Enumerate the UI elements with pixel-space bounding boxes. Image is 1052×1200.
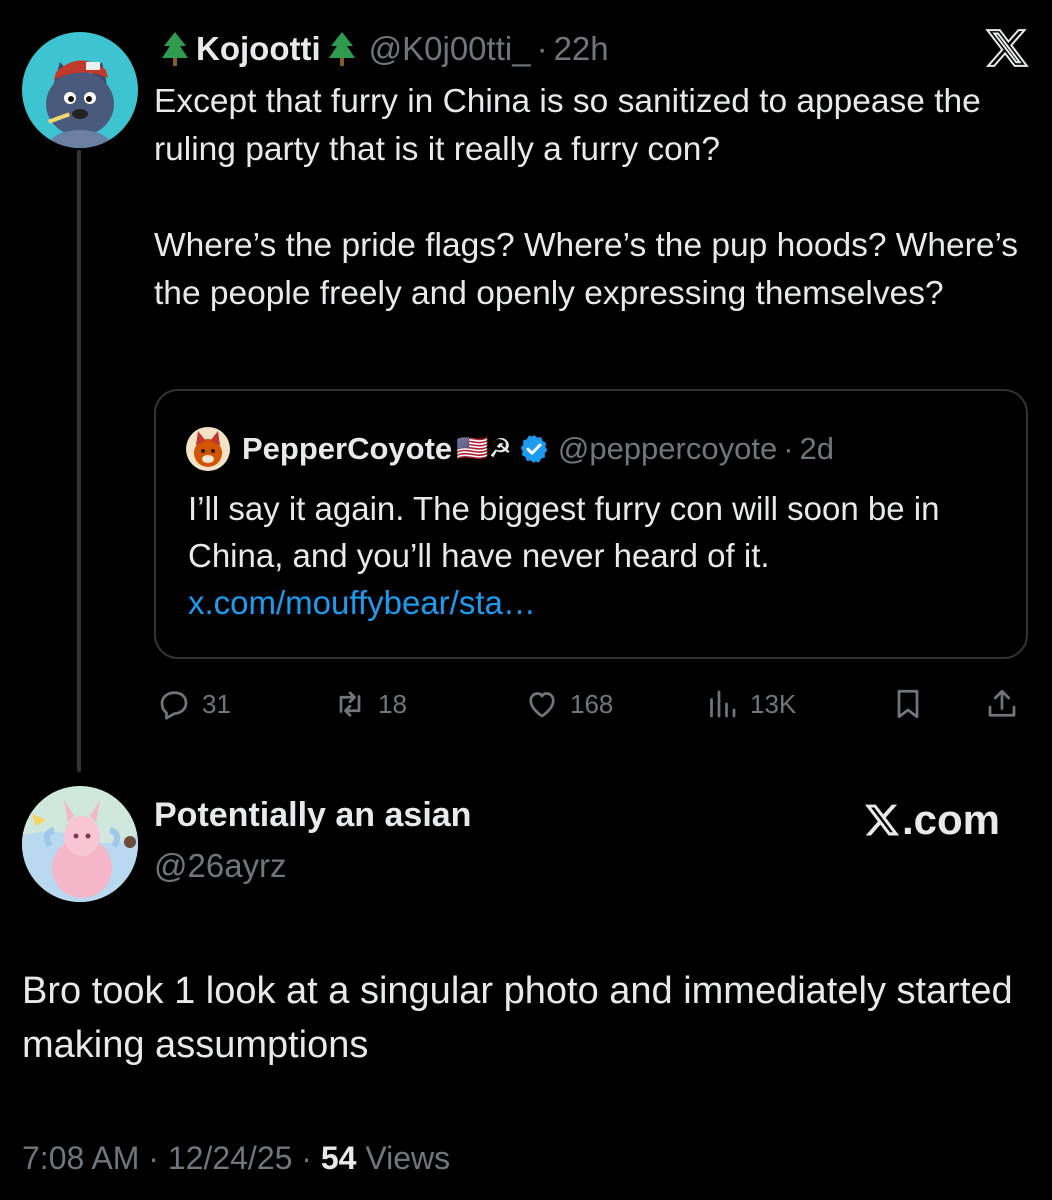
- analytics-bars-icon: [710, 690, 736, 718]
- heart-icon: [529, 692, 555, 718]
- quoted-tweet-text: I’ll say it again. The biggest furry con…: [188, 485, 1008, 626]
- author-handle[interactable]: @K0j00tti_: [369, 30, 531, 68]
- bookmark-button[interactable]: [890, 680, 936, 728]
- reply-button[interactable]: 31: [156, 680, 231, 728]
- reply-count: 31: [202, 688, 231, 719]
- views-button[interactable]: 13K: [704, 680, 796, 728]
- avatar[interactable]: [22, 32, 138, 148]
- reply-author-name[interactable]: Potentially an asian: [154, 796, 471, 835]
- thread-line: [77, 150, 81, 772]
- reply-metadata: 7:08 AM · 12/24/25 · 54 Views: [22, 1140, 450, 1177]
- tweet-time[interactable]: 22h: [554, 30, 609, 68]
- x-com-brand: .com: [862, 796, 1000, 844]
- reply-date[interactable]: 12/24/25: [168, 1140, 293, 1176]
- share-button[interactable]: [984, 680, 1030, 728]
- quoted-tweet-body: I’ll say it again. The biggest furry con…: [188, 490, 940, 574]
- reply-icon: [160, 691, 188, 720]
- tweet-text: Except that furry in China is so sanitiz…: [154, 83, 1019, 312]
- x-logo-icon: [864, 804, 900, 836]
- author-name[interactable]: Kojootti: [196, 30, 321, 68]
- views-count: 13K: [750, 688, 797, 719]
- x-logo-icon: [984, 26, 1030, 70]
- evergreen-tree-icon: [162, 32, 188, 66]
- llama-avatar-image: [22, 786, 138, 902]
- separator-dot: ·: [301, 1140, 312, 1176]
- wolf-avatar-image: [22, 32, 138, 148]
- repost-count: 18: [378, 688, 407, 719]
- brand-suffix: .com: [902, 796, 1001, 843]
- reply-views-count: 54: [320, 1140, 357, 1176]
- like-count: 168: [570, 688, 614, 719]
- repost-icon: [339, 691, 361, 717]
- reply-views-label: Views: [365, 1140, 451, 1176]
- reply-text: Bro took 1 look at a singular photo and …: [22, 970, 1013, 1066]
- flag-emoji: 🇺🇸☭: [456, 434, 512, 464]
- repost-button[interactable]: 18: [332, 680, 407, 728]
- share-icon: [988, 689, 1016, 717]
- reply-time[interactable]: 7:08 AM: [22, 1140, 139, 1176]
- tweet-actions-bar: 31 18 168 13K: [156, 680, 1032, 728]
- tweet-header: Kojootti @K0j00tti_ · 22h: [154, 24, 609, 74]
- coyote-avatar-image: [186, 427, 230, 471]
- avatar[interactable]: [22, 786, 138, 902]
- like-button[interactable]: 168: [524, 680, 613, 728]
- avatar[interactable]: [186, 427, 230, 471]
- quoted-tweet-time[interactable]: 2d: [800, 431, 834, 467]
- separator-dot: ·: [783, 431, 794, 466]
- quoted-tweet-link[interactable]: x.com/mouffybear/sta…: [188, 584, 536, 621]
- quoted-author-handle[interactable]: @peppercoyote: [558, 431, 777, 467]
- separator-dot: ·: [148, 1140, 159, 1176]
- reply-author-handle[interactable]: @26ayrz: [154, 847, 287, 885]
- quoted-tweet-header: PepperCoyote 🇺🇸☭ @peppercoyote · 2d: [186, 424, 834, 474]
- quoted-author-name[interactable]: PepperCoyote: [242, 431, 452, 467]
- verified-badge-icon: [520, 435, 548, 463]
- separator-dot: ·: [536, 30, 548, 67]
- bookmark-icon: [897, 689, 919, 719]
- evergreen-tree-icon: [328, 32, 355, 66]
